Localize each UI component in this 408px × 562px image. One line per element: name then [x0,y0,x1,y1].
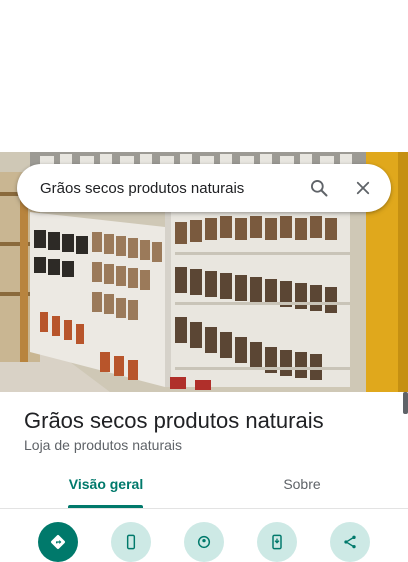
tab-overview[interactable]: Visão geral [36,476,176,508]
share-icon [344,535,356,549]
place-title: Grãos secos produtos naturais [24,408,324,433]
phone-button[interactable] [111,522,151,562]
directions-button[interactable] [38,522,78,562]
nearby-icon [197,535,211,549]
search-input[interactable]: Grãos secos produtos naturais [40,180,305,197]
search-bar[interactable]: Grãos secos produtos naturais [17,164,391,212]
directions-icon [51,535,65,549]
scrollbar[interactable] [403,392,408,414]
tab-about[interactable]: Sobre [232,476,372,508]
send-to-phone-icon [272,534,282,550]
nearby-button[interactable] [184,522,224,562]
search-icon[interactable] [305,174,333,202]
phone-icon [126,534,136,550]
close-icon[interactable] [349,174,377,202]
tab-divider [0,508,408,509]
send-to-phone-button[interactable] [257,522,297,562]
share-button[interactable] [330,522,370,562]
place-category: Loja de produtos naturais [24,437,182,453]
